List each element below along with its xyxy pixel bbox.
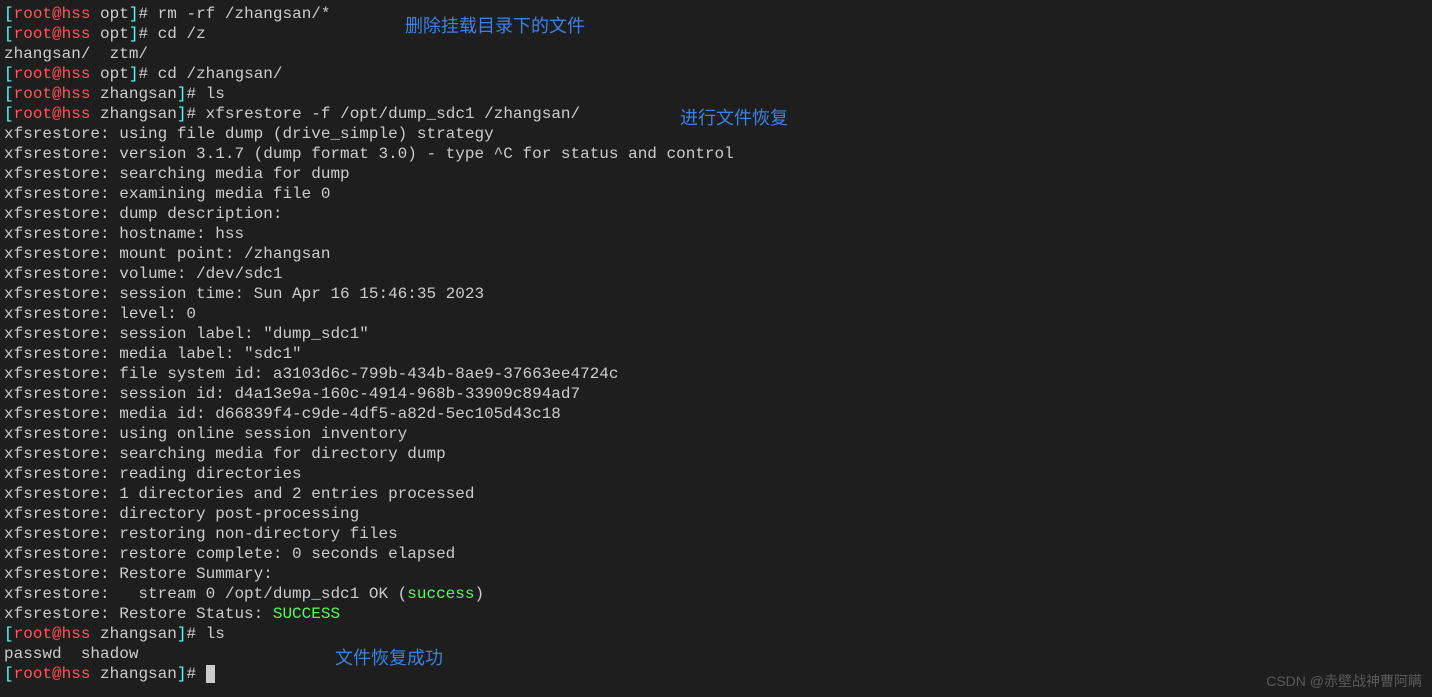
command-cd-zhangsan: cd /zhangsan/ bbox=[158, 65, 283, 83]
output-line: xfsrestore: session time: Sun Apr 16 15:… bbox=[4, 284, 1428, 304]
output-line: xfsrestore: 1 directories and 2 entries … bbox=[4, 484, 1428, 504]
output-line: xfsrestore: mount point: /zhangsan bbox=[4, 244, 1428, 264]
output-line: xfsrestore: searching media for director… bbox=[4, 444, 1428, 464]
command-rm: rm -rf /zhangsan/* bbox=[158, 5, 331, 23]
prompt-line-active[interactable]: [root@hss zhangsan]# bbox=[4, 664, 1428, 684]
output-line: xfsrestore: restore complete: 0 seconds … bbox=[4, 544, 1428, 564]
prompt-line: [root@hss opt]# cd /z bbox=[4, 24, 1428, 44]
output-line: xfsrestore: hostname: hss bbox=[4, 224, 1428, 244]
output-line: xfsrestore: session id: d4a13e9a-160c-49… bbox=[4, 384, 1428, 404]
prompt-line: [root@hss opt]# cd /zhangsan/ bbox=[4, 64, 1428, 84]
watermark-text: CSDN @赤壁战神曹阿瞒 bbox=[1266, 671, 1422, 691]
output-line: xfsrestore: searching media for dump bbox=[4, 164, 1428, 184]
output-line-status: xfsrestore: Restore Status: SUCCESS bbox=[4, 604, 1428, 624]
output-line: xfsrestore: reading directories bbox=[4, 464, 1428, 484]
command-xfsrestore: xfsrestore -f /opt/dump_sdc1 /zhangsan/ bbox=[206, 105, 580, 123]
ls-output: passwd shadow bbox=[4, 644, 1428, 664]
tab-completion-output: zhangsan/ ztm/ bbox=[4, 44, 1428, 64]
command-cd-z: cd /z bbox=[158, 25, 206, 43]
output-line: xfsrestore: media label: "sdc1" bbox=[4, 344, 1428, 364]
output-line: xfsrestore: media id: d66839f4-c9de-4df5… bbox=[4, 404, 1428, 424]
output-line: xfsrestore: version 3.1.7 (dump format 3… bbox=[4, 144, 1428, 164]
output-line: xfsrestore: dump description: bbox=[4, 204, 1428, 224]
output-line: xfsrestore: examining media file 0 bbox=[4, 184, 1428, 204]
output-line: xfsrestore: using online session invento… bbox=[4, 424, 1428, 444]
annotation-delete-files: 删除挂载目录下的文件 bbox=[405, 16, 585, 36]
prompt-line: [root@hss opt]# rm -rf /zhangsan/* bbox=[4, 4, 1428, 24]
terminal-content[interactable]: [root@hss opt]# rm -rf /zhangsan/* [root… bbox=[4, 4, 1428, 684]
output-line: xfsrestore: directory post-processing bbox=[4, 504, 1428, 524]
output-line: xfsrestore: level: 0 bbox=[4, 304, 1428, 324]
annotation-recovery-success: 文件恢复成功 bbox=[335, 648, 443, 668]
output-line: xfsrestore: session label: "dump_sdc1" bbox=[4, 324, 1428, 344]
command-ls: ls bbox=[206, 85, 225, 103]
output-line-success: xfsrestore: stream 0 /opt/dump_sdc1 OK (… bbox=[4, 584, 1428, 604]
output-line: xfsrestore: Restore Summary: bbox=[4, 564, 1428, 584]
annotation-file-recovery: 进行文件恢复 bbox=[680, 108, 788, 128]
command-ls: ls bbox=[206, 625, 225, 643]
output-line: xfsrestore: volume: /dev/sdc1 bbox=[4, 264, 1428, 284]
prompt-line: [root@hss zhangsan]# ls bbox=[4, 84, 1428, 104]
cursor-icon bbox=[206, 665, 215, 683]
output-line: xfsrestore: restoring non-directory file… bbox=[4, 524, 1428, 544]
output-line: xfsrestore: file system id: a3103d6c-799… bbox=[4, 364, 1428, 384]
prompt-line: [root@hss zhangsan]# ls bbox=[4, 624, 1428, 644]
